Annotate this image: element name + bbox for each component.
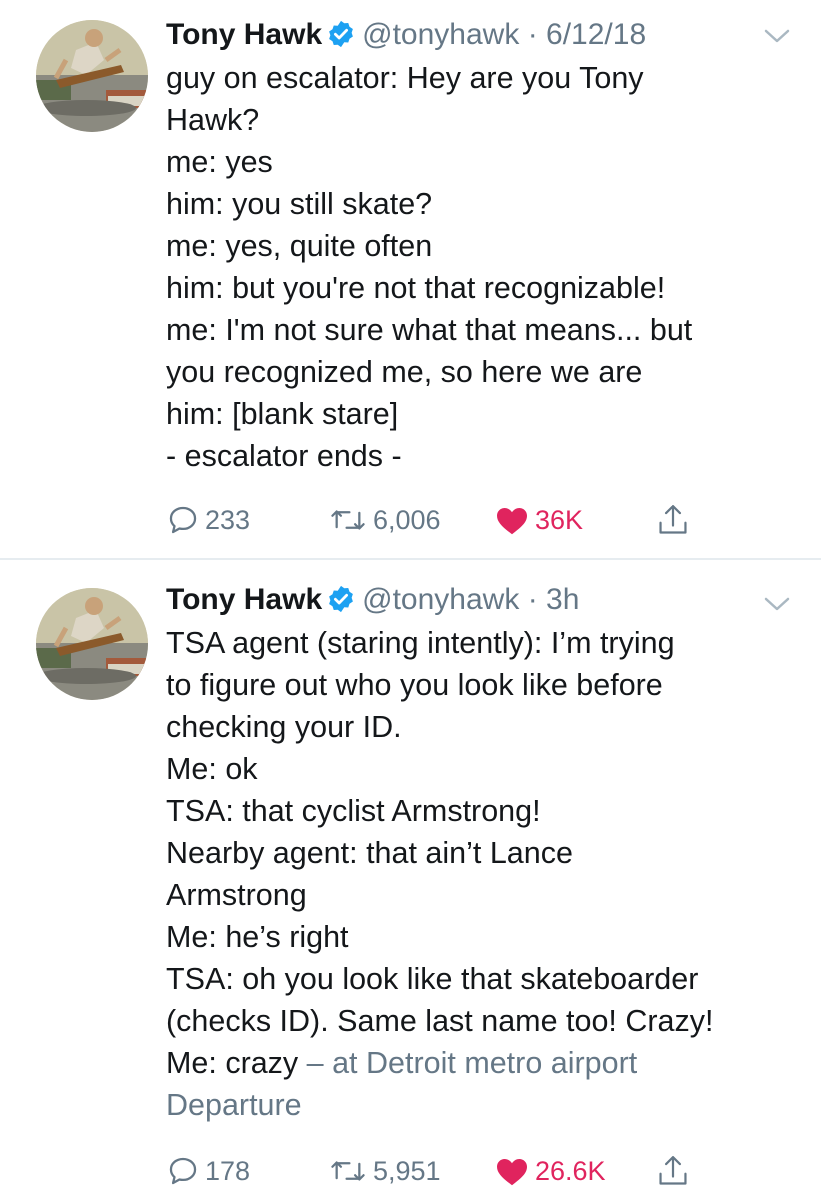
tweet-line: Nearby agent: that ain’t Lance bbox=[166, 836, 573, 870]
share-button[interactable] bbox=[656, 500, 690, 540]
like-button[interactable]: 36K bbox=[494, 500, 583, 540]
avatar-image bbox=[36, 588, 148, 700]
avatar[interactable] bbox=[36, 588, 148, 700]
share-icon bbox=[659, 505, 687, 534]
separator: · bbox=[527, 18, 538, 51]
verified-badge-icon bbox=[329, 585, 354, 613]
chevron-down-icon[interactable] bbox=[762, 594, 792, 614]
reply-count: 178 bbox=[205, 1155, 251, 1186]
tweet-header: Tony Hawk @tonyhawk · 6/12/18 bbox=[166, 17, 646, 53]
tweet-line: - escalator ends - bbox=[166, 439, 402, 473]
tweet-actions: 178 5,951 26.6K bbox=[0, 1151, 821, 1191]
tweet-line: guy on escalator: Hey are you Tony bbox=[166, 61, 644, 95]
reply-icon bbox=[169, 506, 197, 534]
tweet[interactable]: Tony Hawk @tonyhawk · 3h TSA agent (stari… bbox=[0, 560, 821, 1200]
tweet-text: TSA agent (staring intently): I’m trying… bbox=[166, 622, 806, 1126]
tweet-line: him: you still skate? bbox=[166, 187, 433, 221]
tweet-line: me: I'm not sure what that means... but bbox=[166, 313, 693, 347]
handle[interactable]: @tonyhawk bbox=[362, 18, 519, 51]
chevron-down-icon[interactable] bbox=[762, 26, 792, 46]
tweet-actions: 233 6,006 36K bbox=[0, 500, 821, 540]
tweet-line: Me: ok bbox=[166, 752, 258, 786]
retweet-count: 6,006 bbox=[373, 504, 441, 535]
tweet-text: guy on escalator: Hey are you Tony Hawk?… bbox=[166, 57, 806, 477]
tweet-line: TSA agent (staring intently): I’m trying bbox=[166, 626, 675, 660]
tweet-line-text: Me: crazy bbox=[166, 1046, 299, 1080]
tweet-line: (checks ID). Same last name too! Crazy! bbox=[166, 1004, 714, 1038]
tweet-line: Hawk? bbox=[166, 103, 260, 137]
tweet-line: Armstrong bbox=[166, 878, 307, 912]
separator: · bbox=[527, 583, 538, 616]
handle[interactable]: @tonyhawk bbox=[362, 583, 519, 616]
tweet-line: Me: crazy – at Detroit metro airport bbox=[166, 1042, 806, 1084]
tweet-header: Tony Hawk @tonyhawk · 3h bbox=[166, 582, 579, 618]
tweet-line: me: yes bbox=[166, 145, 273, 179]
tweet-line: you recognized me, so here we are bbox=[166, 355, 643, 389]
reply-button[interactable]: 178 bbox=[166, 1151, 250, 1191]
tweet-line: checking your ID. bbox=[166, 710, 402, 744]
like-count: 36K bbox=[535, 504, 584, 535]
reply-icon bbox=[169, 1157, 197, 1185]
verified-badge-icon bbox=[329, 20, 354, 48]
tweet-line: TSA: that cyclist Armstrong! bbox=[166, 794, 541, 828]
tweet-line: me: yes, quite often bbox=[166, 229, 433, 263]
reply-count: 233 bbox=[205, 504, 251, 535]
tweet-line: TSA: oh you look like that skateboarder bbox=[166, 962, 699, 996]
tweet[interactable]: Tony Hawk @tonyhawk · 6/12/18 guy on esca… bbox=[0, 0, 821, 558]
tweet-line: to figure out who you look like before bbox=[166, 668, 663, 702]
like-button[interactable]: 26.6K bbox=[494, 1151, 606, 1191]
avatar-image bbox=[36, 20, 148, 132]
tweet-line: Me: he’s right bbox=[166, 920, 349, 954]
retweet-button[interactable]: 6,006 bbox=[328, 500, 441, 540]
location-link-continued[interactable]: Departure bbox=[166, 1084, 806, 1126]
timestamp[interactable]: 3h bbox=[546, 583, 579, 616]
heart-icon bbox=[497, 508, 527, 535]
like-count: 26.6K bbox=[535, 1155, 606, 1186]
avatar[interactable] bbox=[36, 20, 148, 132]
display-name[interactable]: Tony Hawk bbox=[166, 583, 322, 616]
timestamp[interactable]: 6/12/18 bbox=[546, 18, 646, 51]
location-link[interactable]: – at Detroit metro airport bbox=[298, 1046, 638, 1080]
retweet-count: 5,951 bbox=[373, 1155, 441, 1186]
share-button[interactable] bbox=[656, 1151, 690, 1191]
tweet-line: him: but you're not that recognizable! bbox=[166, 271, 666, 305]
reply-button[interactable]: 233 bbox=[166, 500, 250, 540]
display-name[interactable]: Tony Hawk bbox=[166, 18, 322, 51]
retweet-icon bbox=[331, 1161, 365, 1181]
retweet-button[interactable]: 5,951 bbox=[328, 1151, 441, 1191]
retweet-icon bbox=[331, 510, 365, 530]
tweet-line: him: [blank stare] bbox=[166, 397, 399, 431]
share-icon bbox=[659, 1156, 687, 1185]
heart-icon bbox=[497, 1159, 527, 1186]
